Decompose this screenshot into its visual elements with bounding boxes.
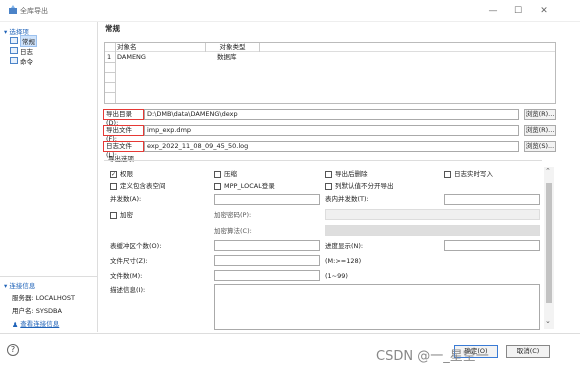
scroll-down-icon[interactable]: ⌄ — [545, 317, 551, 325]
export-file-label: 导出文件(F): — [103, 125, 144, 143]
view-connection-label: 查看连接信息 — [20, 320, 60, 328]
privilege-option[interactable]: ✓ 权限 — [110, 170, 133, 179]
browse-file-button[interactable]: 浏览(R)... — [524, 125, 556, 136]
row-number: 1 — [107, 53, 112, 61]
file-count-input[interactable] — [214, 270, 320, 281]
description-textarea[interactable] — [214, 284, 540, 330]
checkbox-label: 导出后删除 — [335, 170, 368, 178]
column-default-option[interactable]: 列默认值不分开导出 — [325, 182, 394, 191]
delete-after-export-checkbox[interactable] — [325, 171, 332, 178]
help-button[interactable]: ? — [7, 344, 19, 356]
cancel-button[interactable]: 取消(C) — [506, 345, 550, 358]
user-icon: ♟ — [12, 320, 19, 329]
checkbox-label: 定义包含表空间 — [120, 182, 166, 190]
mpp-local-option[interactable]: MPP_LOCAL登录 — [214, 182, 275, 191]
view-connection-link[interactable]: ♟ 查看连接信息 — [12, 320, 59, 329]
sidebar-item-label: 命令 — [20, 57, 33, 66]
file-size-hint: (M:>=128) — [325, 257, 362, 265]
connection-section-header[interactable]: ▾ 连接信息 — [4, 280, 35, 290]
object-table: 对象名 对象类型 1 DAMENG 数据库 — [104, 42, 556, 104]
progress-input[interactable] — [444, 240, 540, 251]
options-scrollbar[interactable]: ⌃ ⌄ — [544, 167, 554, 329]
scrollbar-thumb[interactable] — [546, 183, 552, 303]
delete-after-export-option[interactable]: 导出后删除 — [325, 170, 368, 179]
encrypt-option[interactable]: 加密 — [110, 211, 133, 220]
sidebar: ▾ 选择项 常规 日志 命令 ▾ 连接信息 服务器: LOCALHOST 用户名… — [0, 22, 98, 332]
checkbox-label: 压缩 — [224, 170, 237, 178]
browse-dir-button[interactable]: 浏览(R)... — [524, 109, 556, 120]
checkbox-label: 权限 — [120, 170, 133, 178]
sidebar-item-command[interactable]: 命令 — [10, 56, 33, 66]
maximize-button[interactable]: ☐ — [511, 4, 525, 18]
encrypt-checkbox[interactable] — [110, 212, 117, 219]
file-count-label: 文件数(M): — [110, 272, 143, 280]
page-icon — [10, 37, 18, 44]
dialog-footer: ? 确定(O) 取消(C) — [0, 333, 580, 372]
export-dir-label: 导出目录(D): — [103, 109, 144, 127]
table-parallel-label: 表内并发数(T): — [325, 195, 369, 203]
file-count-hint: (1~99) — [325, 272, 348, 280]
progress-label: 进度显示(N): — [325, 242, 364, 250]
parallel-label: 并发数(A): — [110, 195, 142, 203]
object-type-cell: 数据库 — [217, 53, 237, 61]
column-header-name: 对象名 — [117, 43, 137, 51]
file-size-label: 文件尺寸(Z): — [110, 257, 148, 265]
table-buffer-input[interactable] — [214, 240, 320, 251]
export-app-icon — [9, 5, 17, 14]
log-file-input[interactable]: exp_2022_11_08_09_45_50.log — [144, 141, 519, 152]
sidebar-item-label: 日志 — [20, 47, 33, 56]
sidebar-item-log[interactable]: 日志 — [10, 46, 33, 56]
minimize-button[interactable]: — — [486, 4, 500, 18]
column-default-checkbox[interactable] — [325, 183, 332, 190]
mpp-local-checkbox[interactable] — [214, 183, 221, 190]
title-bar: 全库导出 — ☐ ✕ — [0, 0, 580, 22]
log-file-label: 日志文件(L): — [103, 141, 144, 159]
compress-option[interactable]: 压缩 — [214, 170, 237, 179]
encrypt-algorithm-label: 加密算法(C): — [214, 227, 252, 235]
tablespace-option[interactable]: 定义包含表空间 — [110, 182, 166, 191]
server-info: 服务器: LOCALHOST — [12, 294, 75, 302]
close-button[interactable]: ✕ — [537, 4, 551, 18]
page-icon — [10, 47, 18, 54]
page-title: 常规 — [105, 24, 120, 33]
user-info: 用户名: SYSDBA — [12, 307, 62, 315]
watermark: CSDN @一_星空一 — [376, 349, 489, 364]
description-label: 描述信息(I): — [110, 286, 146, 294]
encrypt-password-label: 加密密码(P): — [214, 211, 252, 219]
tablespace-checkbox[interactable] — [110, 183, 117, 190]
checkbox-label: 列默认值不分开导出 — [335, 182, 394, 190]
file-size-input[interactable] — [214, 255, 320, 266]
help-icon: ? — [10, 345, 16, 354]
encrypt-algorithm-select — [325, 225, 540, 236]
compress-checkbox[interactable] — [214, 171, 221, 178]
checkbox-label: 日志实时写入 — [454, 170, 493, 178]
browse-log-button[interactable]: 浏览(S)... — [524, 141, 556, 152]
export-dir-input[interactable]: D:\DMB\data\DAMENG\dexp — [144, 109, 519, 120]
table-buffer-label: 表缓冲区个数(O): — [110, 242, 162, 250]
object-name-cell[interactable]: DAMENG — [117, 53, 146, 62]
realtime-log-checkbox[interactable] — [444, 171, 451, 178]
checkbox-label: 加密 — [120, 211, 133, 219]
export-file-input[interactable]: imp_exp.dmp — [144, 125, 519, 136]
parallel-input[interactable] — [214, 194, 320, 205]
column-header-type: 对象类型 — [205, 43, 260, 52]
realtime-log-option[interactable]: 日志实时写入 — [444, 170, 493, 179]
scroll-up-icon[interactable]: ⌃ — [545, 167, 551, 175]
sidebar-item-general[interactable]: 常规 — [10, 34, 37, 47]
page-icon — [10, 57, 18, 64]
checkbox-label: MPP_LOCAL登录 — [224, 182, 275, 190]
window-title: 全库导出 — [20, 7, 48, 15]
encrypt-password-input — [325, 209, 540, 220]
privilege-checkbox[interactable]: ✓ — [110, 171, 117, 178]
table-parallel-input[interactable] — [444, 194, 540, 205]
